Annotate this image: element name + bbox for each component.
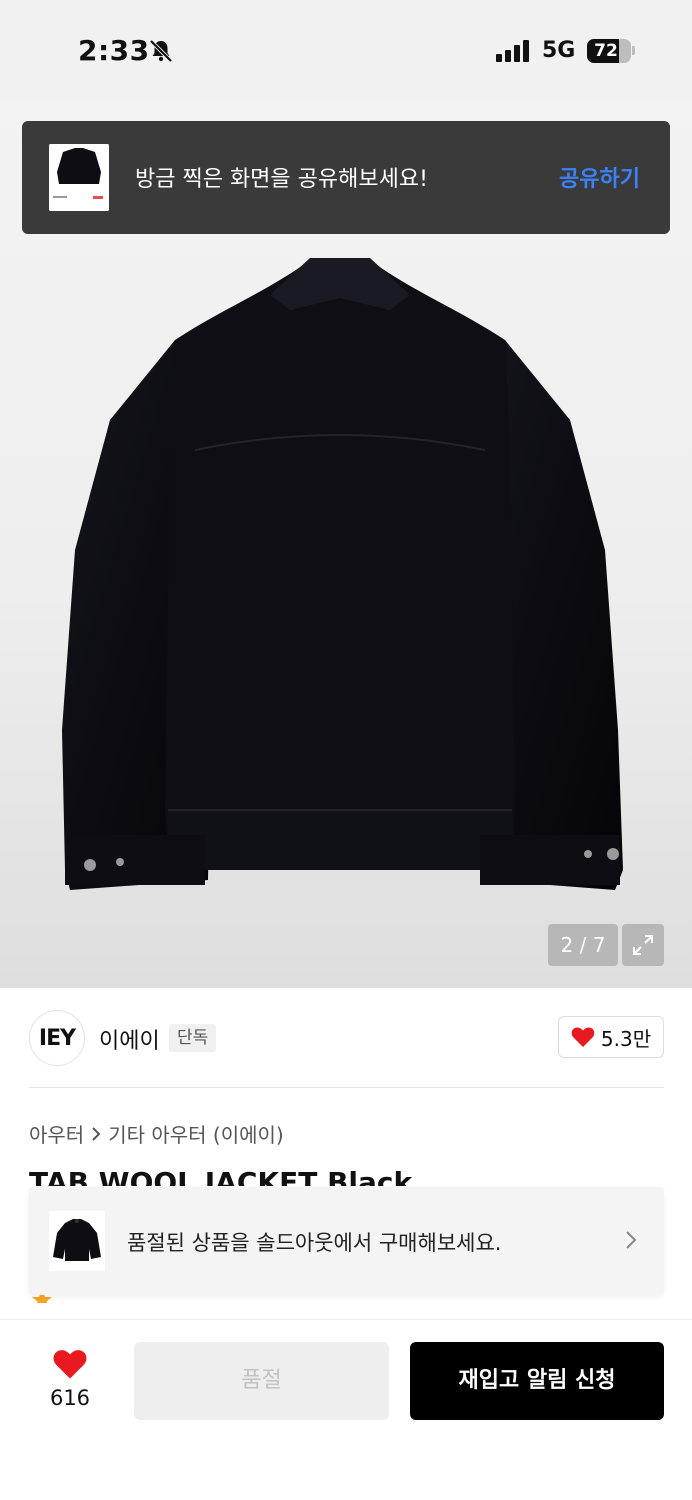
banner-thumbnail xyxy=(49,1211,105,1271)
status-time: 2:33 xyxy=(78,34,150,67)
share-message: 방금 찍은 화면을 공유해보세요! xyxy=(135,167,428,192)
brand-like-count: 5.3만 xyxy=(600,1026,652,1051)
divider xyxy=(29,1087,664,1088)
soldout-marketplace-banner[interactable]: 품절된 상품을 솔드아웃에서 구매해보세요. xyxy=(29,1187,664,1295)
signal-icon xyxy=(496,40,529,62)
product-title: TAB WOOL JACKET Black xyxy=(29,1166,413,1186)
product-image xyxy=(62,258,623,890)
chevron-right-icon xyxy=(92,1126,101,1141)
bell-muted-icon xyxy=(149,39,173,63)
expand-icon xyxy=(633,935,653,955)
wishlist-button[interactable]: 616 xyxy=(40,1348,100,1410)
brand-logo[interactable]: IEY xyxy=(29,1010,85,1066)
network-label: 5G xyxy=(542,38,576,63)
wishlist-count: 616 xyxy=(49,1386,91,1410)
screenshot-thumbnail[interactable] xyxy=(49,144,109,211)
restock-alert-button[interactable]: 재입고 알림 신청 xyxy=(410,1342,664,1420)
bottom-action-bar: 616 품절 재입고 알림 신청 xyxy=(0,1319,692,1500)
brand-like-button[interactable]: 5.3만 xyxy=(558,1016,664,1058)
soldout-button: 품절 xyxy=(134,1342,389,1420)
heart-icon xyxy=(53,1350,87,1379)
expand-button[interactable] xyxy=(622,924,664,966)
breadcrumb: 아우터 기타 아우터 (이에이) xyxy=(29,1119,284,1148)
banner-message: 품절된 상품을 솔드아웃에서 구매해보세요. xyxy=(127,1231,502,1255)
battery-level: 72 xyxy=(594,41,618,61)
status-bar: 2:33 5G 72 xyxy=(0,0,692,100)
share-toast: 방금 찍은 화면을 공유해보세요! 공유하기 xyxy=(22,121,670,234)
exclusive-badge: 단독 xyxy=(169,1024,217,1052)
breadcrumb-category[interactable]: 아우터 xyxy=(29,1119,84,1148)
chevron-right-icon xyxy=(626,1231,637,1249)
battery-icon: 72 xyxy=(587,39,631,63)
breadcrumb-subcategory[interactable]: 기타 아우터 (이에이) xyxy=(108,1119,284,1148)
brand-name[interactable]: 이에이 xyxy=(99,1023,160,1055)
share-button[interactable]: 공유하기 xyxy=(559,161,640,193)
heart-icon xyxy=(571,1027,595,1047)
gallery-counter: 2 / 7 xyxy=(548,924,618,966)
